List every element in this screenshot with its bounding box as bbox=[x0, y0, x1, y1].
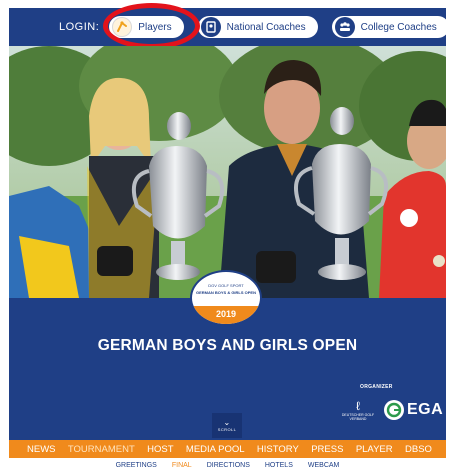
national-coaches-login-button[interactable]: National Coaches bbox=[197, 16, 318, 38]
nav-news[interactable]: NEWS bbox=[27, 444, 56, 455]
nav-history[interactable]: HISTORY bbox=[257, 444, 299, 455]
hero-illustration bbox=[9, 46, 446, 298]
nav-tournament[interactable]: TOURNAMENT bbox=[68, 444, 135, 455]
subnav-webcam[interactable]: WEBCAM bbox=[308, 462, 340, 469]
nav-host[interactable]: HOST bbox=[147, 444, 173, 455]
event-logo-badge: DGV GOLF SPORT GERMAN BOYS & GIRLS OPEN … bbox=[190, 270, 262, 326]
nav-media-pool[interactable]: MEDIA POOL bbox=[186, 444, 245, 455]
scroll-label: SCROLL bbox=[217, 427, 237, 432]
golfer-icon bbox=[112, 17, 133, 37]
hero-photo bbox=[9, 46, 446, 298]
chevron-down-icon: ⌄ bbox=[223, 418, 231, 427]
nav-press[interactable]: PRESS bbox=[311, 444, 343, 455]
main-nav: NEWS TOURNAMENT HOST MEDIA POOL HISTORY … bbox=[9, 440, 446, 458]
nav-dbso[interactable]: DBSO bbox=[405, 444, 432, 455]
badge-top: DGV GOLF SPORT GERMAN BOYS & GIRLS OPEN bbox=[192, 272, 260, 306]
page-title: GERMAN BOYS AND GIRLS OPEN bbox=[97, 337, 358, 354]
login-bar: LOGIN: Players National Coaches College … bbox=[9, 8, 449, 46]
ega-text: EGA bbox=[407, 401, 444, 418]
coach-icon bbox=[200, 17, 221, 37]
national-coaches-login-label: National Coaches bbox=[226, 21, 306, 33]
login-label: LOGIN: bbox=[59, 21, 100, 33]
sub-nav: GREETINGS FINAL DIRECTIONS HOTELS WEBCAM bbox=[9, 459, 446, 472]
scroll-button[interactable]: ⌄ SCROLL bbox=[212, 413, 242, 438]
college-coaches-login-button[interactable]: College Coaches bbox=[331, 16, 449, 38]
subnav-final[interactable]: FINAL bbox=[172, 462, 192, 469]
subnav-directions[interactable]: DIRECTIONS bbox=[207, 462, 250, 469]
players-login-button[interactable]: Players bbox=[109, 16, 184, 38]
players-login-label: Players bbox=[138, 21, 172, 33]
dgv-logo[interactable]: ℓ DEUTSCHER GOLF VERBAND bbox=[336, 399, 380, 421]
badge-name: GERMAN BOYS & GIRLS OPEN bbox=[195, 290, 256, 295]
subnav-greetings[interactable]: GREETINGS bbox=[116, 462, 157, 469]
group-icon bbox=[334, 17, 355, 37]
ega-logo[interactable]: EGA bbox=[384, 400, 443, 420]
dgv-mark-icon: ℓ bbox=[356, 399, 360, 413]
subnav-hotels[interactable]: HOTELS bbox=[265, 462, 293, 469]
ega-circle-icon bbox=[384, 400, 404, 420]
badge-header: DGV GOLF SPORT bbox=[208, 283, 244, 288]
organizer-label: ORGANIZER bbox=[360, 384, 393, 390]
dgv-caption: DEUTSCHER GOLF VERBAND bbox=[341, 413, 375, 421]
organizer-logos: ℓ DEUTSCHER GOLF VERBAND EGA bbox=[336, 395, 446, 425]
college-coaches-login-label: College Coaches bbox=[360, 21, 437, 33]
nav-player[interactable]: PLAYER bbox=[356, 444, 393, 455]
